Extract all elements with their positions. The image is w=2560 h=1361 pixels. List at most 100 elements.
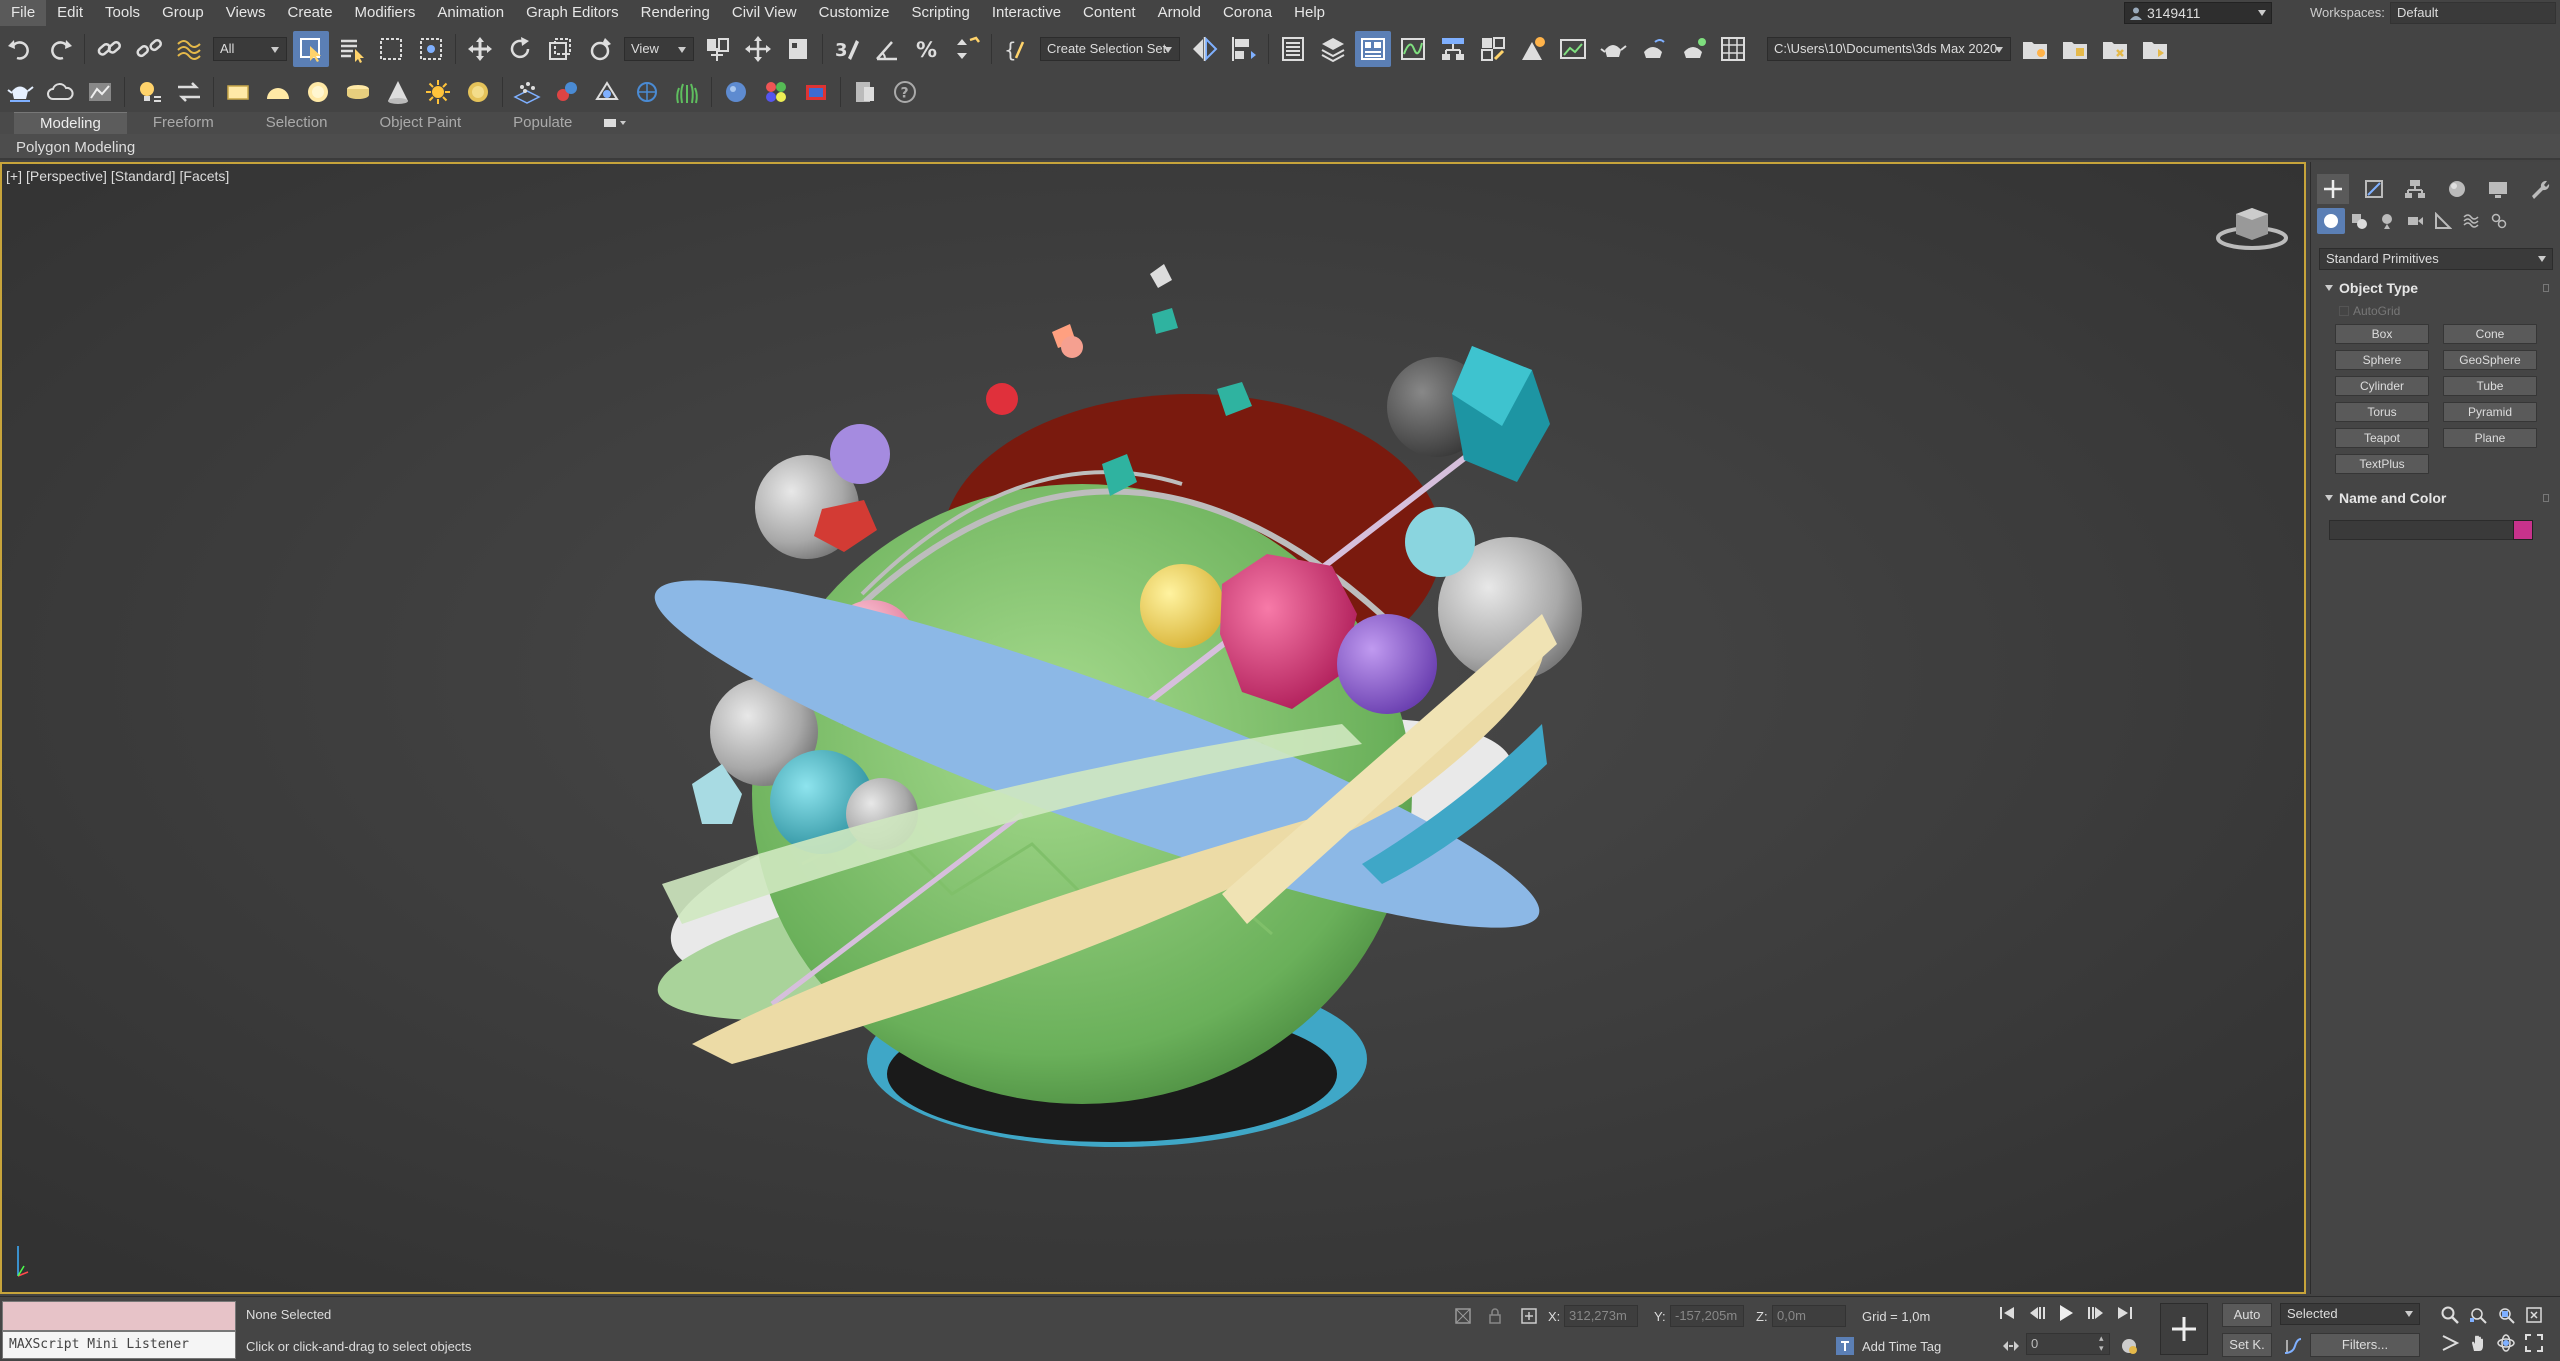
perspective-viewport[interactable]: [+] [Perspective] [Standard] [Facets] (0, 162, 2306, 1294)
tab-display[interactable] (2482, 174, 2514, 204)
helpers-category-button[interactable] (2429, 208, 2457, 234)
tab-selection[interactable]: Selection (240, 112, 354, 134)
viewport-point-of-view-menu[interactable]: [Perspective] (26, 168, 107, 184)
default-tangents-button[interactable] (2282, 1335, 2304, 1357)
corona-light-cylinder-button[interactable] (340, 74, 376, 110)
menu-graph-editors[interactable]: Graph Editors (515, 0, 630, 26)
maximize-viewport-button[interactable] (2520, 1329, 2548, 1357)
zoom-button[interactable] (2436, 1301, 2464, 1329)
set-project-button[interactable] (2097, 31, 2133, 67)
polygon-modeling-panel[interactable]: Polygon Modeling (12, 137, 139, 158)
pyramid-button[interactable]: Pyramid (2443, 402, 2537, 422)
tab-motion[interactable] (2441, 174, 2473, 204)
mirror-button[interactable] (1186, 31, 1222, 67)
select-and-link-button[interactable] (91, 31, 127, 67)
toggle-scene-explorer-button[interactable] (1275, 31, 1311, 67)
maxscript-listener-output[interactable] (2, 1301, 236, 1331)
add-time-tag[interactable]: Add Time Tag (1862, 1339, 1941, 1354)
corona-vfb-button[interactable] (798, 74, 834, 110)
scene-render[interactable] (2, 164, 2304, 1292)
corona-fur-button[interactable] (669, 74, 705, 110)
project-toolbar-options-button[interactable] (2137, 31, 2173, 67)
select-and-move-button[interactable] (462, 31, 498, 67)
tab-hierarchy[interactable] (2399, 174, 2431, 204)
menu-animation[interactable]: Animation (426, 0, 515, 26)
next-frame-button[interactable] (2085, 1302, 2107, 1324)
spinner-snap-button[interactable] (949, 31, 985, 67)
undo-button[interactable] (2, 31, 38, 67)
menu-arnold[interactable]: Arnold (1147, 0, 1212, 26)
current-frame-field[interactable]: 0 (2026, 1333, 2110, 1355)
select-and-rotate-button[interactable] (502, 31, 538, 67)
curve-editor-button[interactable] (1395, 31, 1431, 67)
orbit-button[interactable] (2492, 1329, 2520, 1357)
tab-utilities[interactable] (2523, 174, 2555, 204)
selection-lock-button[interactable] (1484, 1305, 1506, 1327)
corona-interactive-button[interactable] (42, 74, 78, 110)
schematic-view-button[interactable] (1435, 31, 1471, 67)
select-and-scale-button[interactable] (542, 31, 578, 67)
corona-sun-button[interactable] (420, 74, 456, 110)
viewport-shading-menu-facets[interactable]: [Facets] (180, 168, 230, 184)
box-button[interactable]: Box (2335, 324, 2429, 344)
angle-snap-button[interactable] (869, 31, 905, 67)
redo-button[interactable] (42, 31, 78, 67)
unlink-selection-button[interactable] (131, 31, 167, 67)
geometry-category-button[interactable] (2317, 208, 2345, 234)
y-coord-field[interactable]: -157,205m (1670, 1305, 1744, 1327)
object-name-field[interactable] (2329, 520, 2519, 540)
key-mode-toggle-button[interactable] (2000, 1335, 2022, 1357)
corona-sky-button[interactable] (460, 74, 496, 110)
menu-tools[interactable]: Tools (94, 0, 151, 26)
absolute-mode-transform-button[interactable] (1518, 1305, 1540, 1327)
corona-light-dome-button[interactable] (260, 74, 296, 110)
primitive-type-dropdown[interactable]: Standard Primitives (2319, 248, 2553, 270)
arnold-render-button[interactable] (1715, 31, 1751, 67)
reference-coordinate-dropdown[interactable]: View (624, 37, 694, 61)
set-key-mode-button[interactable]: Set K. (2222, 1333, 2272, 1357)
menu-modifiers[interactable]: Modifiers (344, 0, 427, 26)
menu-content[interactable]: Content (1072, 0, 1147, 26)
select-object-button[interactable] (293, 31, 329, 67)
corona-tools-button[interactable] (847, 74, 883, 110)
select-by-name-button[interactable] (333, 31, 369, 67)
render-iterative-button[interactable] (1675, 31, 1711, 67)
open-project-button[interactable] (2057, 31, 2093, 67)
tab-populate[interactable]: Populate (487, 112, 598, 134)
menu-help[interactable]: Help (1283, 0, 1336, 26)
zoom-extents-all-button[interactable] (2520, 1301, 2548, 1329)
corona-converter-button[interactable] (171, 74, 207, 110)
shapes-category-button[interactable] (2345, 208, 2373, 234)
go-to-start-button[interactable] (1996, 1302, 2018, 1324)
time-tag-button[interactable] (1834, 1335, 1856, 1357)
previous-frame-button[interactable] (2026, 1302, 2048, 1324)
corona-proxy-button[interactable] (380, 74, 416, 110)
menu-group[interactable]: Group (151, 0, 215, 26)
maxscript-listener-input[interactable]: MAXScript Mini Listener (2, 1331, 236, 1359)
torus-button[interactable]: Torus (2335, 402, 2429, 422)
tube-button[interactable]: Tube (2443, 376, 2537, 396)
viewport-label[interactable]: [+] [Perspective] [Standard] [Facets] (6, 168, 233, 184)
render-production-button[interactable] (1595, 31, 1631, 67)
autogrid-checkbox[interactable]: AutoGrid (2339, 304, 2400, 318)
viewport-shading-menu-standard[interactable]: [Standard] (111, 168, 176, 184)
corona-camera-button[interactable] (589, 74, 625, 110)
keyboard-shortcut-override-button[interactable] (780, 31, 816, 67)
time-configuration-button[interactable] (2118, 1335, 2140, 1357)
menu-edit[interactable]: Edit (46, 0, 94, 26)
corona-light-lister-button[interactable] (131, 74, 167, 110)
rectangular-selection-button[interactable] (373, 31, 409, 67)
object-type-rollout[interactable]: Object Type (2319, 278, 2553, 298)
align-button[interactable] (1226, 31, 1262, 67)
menu-civil-view[interactable]: Civil View (721, 0, 808, 26)
viewcube-icon[interactable] (2212, 194, 2292, 254)
cone-button[interactable]: Cone (2443, 324, 2537, 344)
corona-light-sphere-button[interactable] (300, 74, 336, 110)
menu-scripting[interactable]: Scripting (900, 0, 980, 26)
play-button[interactable] (2055, 1302, 2077, 1324)
systems-category-button[interactable] (2485, 208, 2513, 234)
corona-material-button[interactable] (718, 74, 754, 110)
named-selection-dropdown[interactable]: Create Selection Set (1040, 37, 1180, 61)
cameras-category-button[interactable] (2401, 208, 2429, 234)
menu-rendering[interactable]: Rendering (630, 0, 721, 26)
